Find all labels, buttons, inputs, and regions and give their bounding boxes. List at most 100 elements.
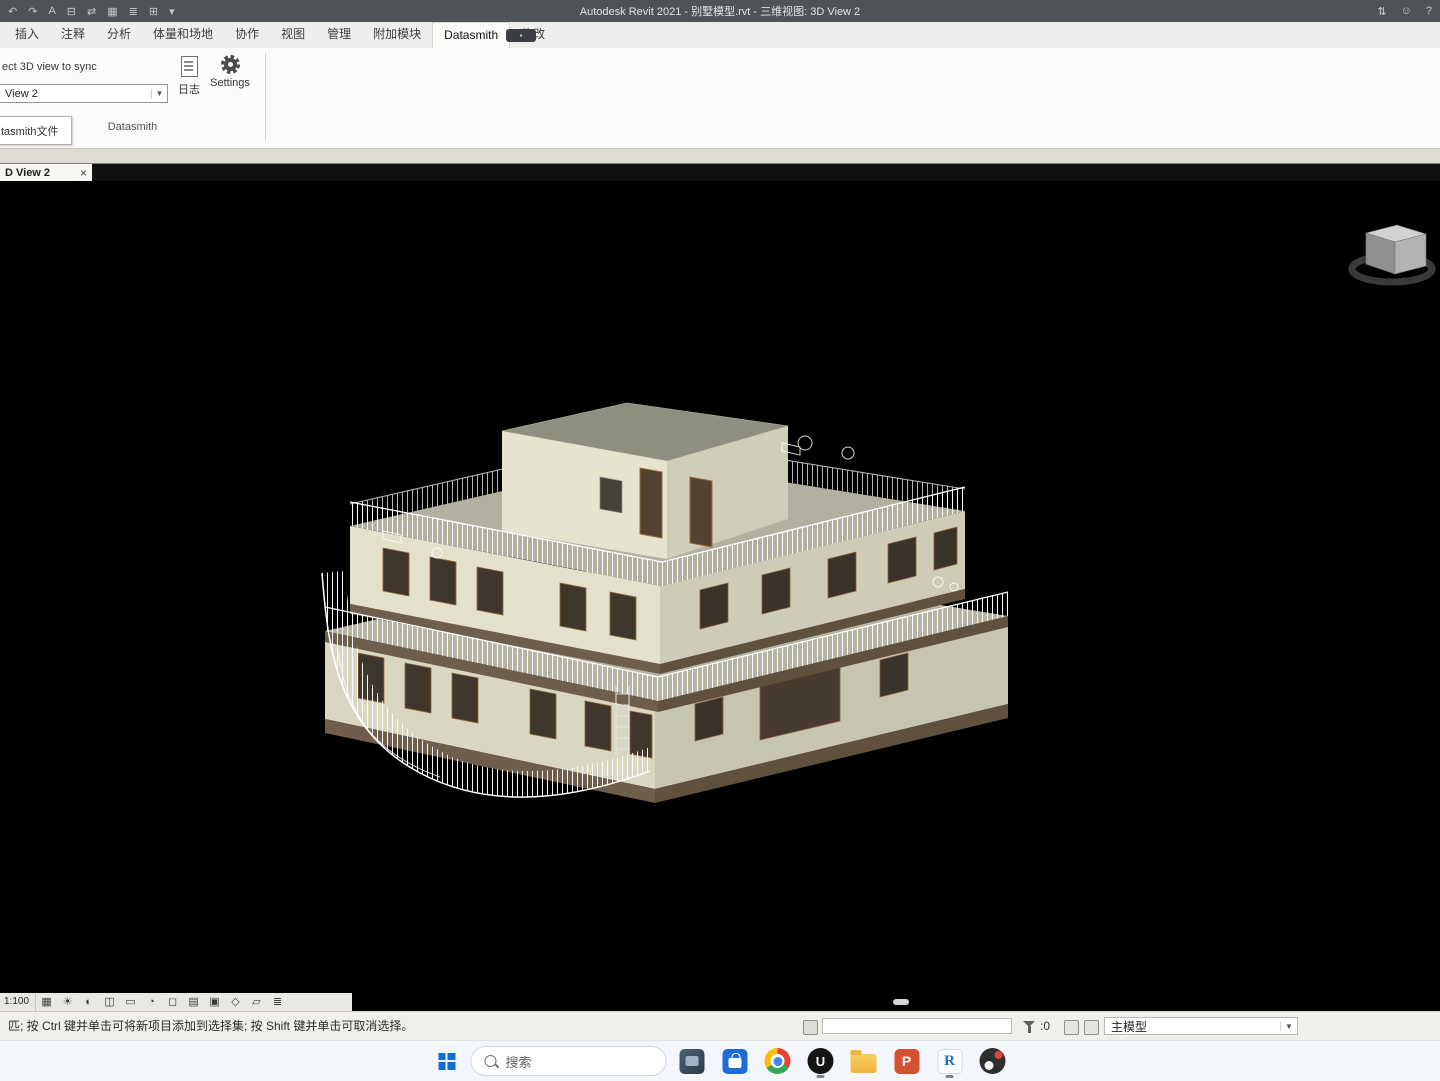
ribbon-tab[interactable]: 插入: [4, 22, 50, 48]
worksharing-display-icon[interactable]: ▤: [183, 993, 204, 1011]
progress-field: [822, 1018, 1012, 1034]
ribbon-bottom-strip: [0, 149, 1440, 163]
taskbar-app-store[interactable]: [717, 1043, 753, 1079]
temporary-hide-icon[interactable]: ◔: [141, 993, 162, 1011]
more-tools-icon[interactable]: ≣: [267, 993, 288, 1011]
chevron-down-icon[interactable]: ▼: [151, 89, 167, 98]
revit-icon: R: [937, 1048, 962, 1074]
chevron-down-icon[interactable]: ▼: [1280, 1021, 1297, 1031]
view-control-icons: ▦ ☀ ◐ ◫ ▭ ◔ ◻ ▤ ▣ ◇ ▱ ≣: [36, 993, 288, 1011]
ribbon-tab[interactable]: Datasmith: [432, 22, 511, 48]
ribbon-extra-toggle[interactable]: ▪: [506, 29, 536, 42]
taskbar-app-photos[interactable]: [674, 1043, 710, 1079]
ribbon-tab[interactable]: 管理: [316, 22, 362, 48]
status-message: 匹; 按 Ctrl 键并单击可将新项目添加到选择集; 按 Shift 键并单击可…: [8, 1019, 414, 1033]
collaborate-icon[interactable]: ⇅: [1377, 5, 1386, 18]
tile-windows-icon[interactable]: ⊞: [149, 5, 158, 18]
window-title: Autodesk Revit 2021 - 别墅模型.rvt - 三维视图: 3…: [579, 6, 861, 18]
crop-region-icon[interactable]: ▭: [120, 993, 141, 1011]
view-control-bar: 1:100 ▦ ☀ ◐ ◫ ▭ ◔ ◻ ▤ ▣ ◇ ▱ ≣: [0, 993, 1440, 1011]
workset-value: 主模型: [1111, 1019, 1148, 1034]
exclude-options-icon[interactable]: [1084, 1020, 1099, 1035]
panel-separator: [265, 53, 266, 140]
crop-view-icon[interactable]: ◫: [99, 993, 120, 1011]
folder-icon: [850, 1050, 877, 1073]
title-bar: ↶ ↷ A ⊟ ⇄ ▦ ≣ ⊞ ▾ Autodesk Revit 2021 - 别墅模型.rvt…: [0, 0, 1440, 22]
ribbon-tab[interactable]: 附加模块: [362, 22, 432, 48]
redo-icon[interactable]: ↷: [28, 5, 37, 18]
titlebar-right-icons: ⇅ ☺?: [1377, 0, 1432, 22]
ribbon-tab-bar: 插入注释分析体量和场地协作视图管理附加模块Datasmith修改 ▪: [0, 22, 1440, 49]
log-button-label: 日志: [178, 84, 200, 96]
shadows-icon[interactable]: ◐: [78, 993, 99, 1011]
log-document-icon: [180, 56, 198, 77]
sync-view-combobox[interactable]: View 2 ▼: [0, 84, 168, 103]
search-icon: [484, 1055, 497, 1067]
ribbon-tab[interactable]: 注释: [50, 22, 96, 48]
view-control-bar-tools: 1:100 ▦ ☀ ◐ ◫ ▭ ◔ ◻ ▤ ▣ ◇ ▱ ≣: [0, 993, 352, 1011]
model-viewport[interactable]: [0, 181, 1440, 993]
ribbon-tab[interactable]: 体量和场地: [142, 22, 224, 48]
taskbar-app-chrome[interactable]: [760, 1043, 796, 1079]
search-label: 搜索: [505, 1054, 532, 1070]
filter-icon[interactable]: [1023, 1021, 1036, 1034]
text-icon[interactable]: A: [48, 5, 55, 17]
list-icon[interactable]: ≣: [129, 5, 138, 18]
taskbar-app-revit[interactable]: R: [932, 1043, 968, 1079]
ribbon-tab[interactable]: 协作: [224, 22, 270, 48]
undo-icon[interactable]: ↶: [8, 5, 17, 18]
workset-combobox[interactable]: 主模型 ▼: [1104, 1017, 1298, 1035]
gear-icon: [220, 55, 240, 74]
ribbon-tab[interactable]: 分析: [96, 22, 142, 48]
settings-button-label: Settings: [210, 77, 250, 89]
sync-view-value: View 2: [5, 87, 38, 100]
media-app-icon: [979, 1048, 1006, 1074]
taskbar-app-file-explorer[interactable]: [846, 1043, 882, 1079]
start-button[interactable]: [430, 1044, 464, 1078]
sync-view-label: ect 3D view to sync: [2, 61, 97, 73]
view-tab-3d-view-2[interactable]: D View 2 ×: [0, 164, 92, 182]
datasmith-file-panel-button[interactable]: tasmith文件: [0, 116, 72, 145]
help-icon[interactable]: ?: [1426, 5, 1432, 17]
log-button[interactable]: 日志: [172, 55, 206, 97]
view-tab-bar: D View 2 ×: [0, 163, 1440, 182]
taskbar-search[interactable]: 搜索: [470, 1046, 667, 1076]
status-bar: 匹; 按 Ctrl 键并单击可将新项目添加到选择集; 按 Shift 键并单击可…: [0, 1011, 1440, 1041]
taskbar-app-powerpoint[interactable]: P: [889, 1043, 925, 1079]
view-tab-label: D View 2: [5, 167, 51, 179]
reveal-hidden-icon[interactable]: ◻: [162, 993, 183, 1011]
analytical-model-icon[interactable]: ◇: [225, 993, 246, 1011]
chrome-icon: [764, 1048, 791, 1074]
ribbon-tabs: 插入注释分析体量和场地协作视图管理附加模块Datasmith修改: [0, 22, 1440, 48]
measure-icon[interactable]: ⇄: [87, 5, 96, 18]
taskbar-app-media[interactable]: [975, 1043, 1011, 1079]
constraints-icon[interactable]: ▱: [246, 993, 267, 1011]
grid-icon[interactable]: ▦: [107, 5, 117, 18]
visual-style-icon[interactable]: ▦: [36, 993, 57, 1011]
taskbar-app-unreal[interactable]: U: [803, 1043, 839, 1079]
unreal-engine-icon: U: [807, 1048, 834, 1074]
pan-icon[interactable]: [803, 1020, 818, 1035]
ribbon-tab[interactable]: 视图: [270, 22, 316, 48]
settings-button[interactable]: Settings: [204, 55, 256, 89]
datasmith-file-panel-label: tasmith文件: [1, 125, 59, 138]
selection-filter-count: :0: [1040, 1019, 1051, 1033]
windows-logo-icon: [438, 1052, 455, 1070]
viewcube[interactable]: [1348, 224, 1436, 286]
sun-path-icon[interactable]: ☀: [57, 993, 78, 1011]
editable-only-icon[interactable]: [1064, 1020, 1079, 1035]
temporary-view-icon[interactable]: ▣: [204, 993, 225, 1011]
user-icon[interactable]: ☺: [1401, 5, 1412, 17]
scrollbar-thumb[interactable]: [893, 999, 909, 1005]
close-icon[interactable]: ×: [75, 166, 92, 180]
microsoft-store-icon: [722, 1048, 747, 1074]
quick-access-toolbar: ↶ ↷ A ⊟ ⇄ ▦ ≣ ⊞ ▾: [0, 5, 175, 18]
3d-building-model[interactable]: [0, 181, 1440, 993]
view-scale-button[interactable]: 1:100: [0, 993, 37, 1011]
ribbon-panel-datasmith: ect 3D view to sync View 2 ▼ 日志 Settings…: [0, 48, 1440, 149]
print-icon[interactable]: ⊟: [67, 5, 76, 18]
qat-dropdown-icon[interactable]: ▾: [169, 5, 175, 18]
powerpoint-icon: P: [894, 1048, 919, 1074]
windows-taskbar: 搜索 U P R: [0, 1040, 1440, 1081]
photos-icon: [679, 1048, 704, 1074]
